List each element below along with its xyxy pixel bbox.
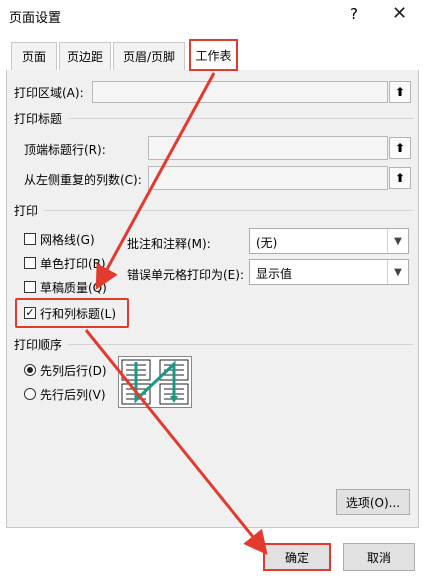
row-col-headings-checkbox[interactable]: ✓	[24, 307, 36, 319]
tab-header-footer[interactable]: 页眉/页脚	[113, 42, 185, 70]
collapse-dialog-icon[interactable]: ⬆	[389, 167, 411, 189]
tab-page[interactable]: 页面	[11, 42, 57, 70]
cell-errors-value: 显示值	[256, 267, 293, 281]
close-icon[interactable]: ✕	[392, 3, 407, 24]
collapse-dialog-icon[interactable]: ⬆	[389, 81, 411, 103]
left-columns-label: 从左侧重复的列数(C):	[24, 173, 142, 187]
draft-quality-label: 草稿质量(Q)	[40, 281, 107, 295]
ok-button[interactable]: 确定	[263, 543, 331, 571]
cell-errors-label: 错误单元格打印为(E):	[127, 268, 244, 282]
collapse-dialog-icon[interactable]: ⬆	[389, 137, 411, 159]
black-white-label: 单色打印(B)	[40, 257, 106, 271]
print-heading: 打印	[14, 204, 39, 218]
top-rows-input[interactable]	[148, 136, 388, 160]
chevron-down-icon[interactable]: ▼	[387, 229, 408, 253]
down-then-over-label: 先列后行(D)	[40, 364, 107, 378]
title-bar: 页面设置 ? ✕	[0, 0, 427, 30]
over-then-down-radio[interactable]	[24, 388, 36, 400]
left-columns-input[interactable]	[148, 166, 388, 190]
over-then-down-label: 先行后列(V)	[40, 388, 106, 402]
comments-select[interactable]: (无) ▼	[249, 228, 409, 254]
section-divider	[68, 344, 413, 345]
gridlines-label: 网格线(G)	[40, 233, 95, 247]
down-then-over-radio[interactable]	[24, 364, 36, 376]
tab-margins[interactable]: 页边距	[59, 42, 111, 70]
print-titles-heading: 打印标题	[14, 112, 63, 126]
page-order-preview	[118, 356, 192, 408]
top-rows-label: 顶端标题行(R):	[24, 143, 106, 157]
print-area-label: 打印区域(A):	[14, 86, 84, 100]
black-white-checkbox[interactable]	[24, 257, 36, 269]
chevron-down-icon[interactable]: ▼	[387, 260, 408, 284]
section-divider	[68, 118, 413, 119]
print-area-input[interactable]	[92, 81, 388, 103]
help-icon[interactable]: ?	[350, 5, 358, 23]
gridlines-checkbox[interactable]	[24, 233, 36, 245]
options-button[interactable]: 选项(O)...	[336, 489, 410, 515]
section-divider	[44, 210, 413, 211]
tab-sheet[interactable]: 工作表	[189, 39, 238, 71]
comments-label: 批注和注释(M):	[127, 237, 211, 251]
page-order-heading: 打印顺序	[14, 338, 63, 352]
cell-errors-select[interactable]: 显示值 ▼	[249, 259, 409, 285]
dialog-title: 页面设置	[9, 11, 62, 26]
comments-value: (无)	[256, 236, 278, 250]
cancel-button[interactable]: 取消	[343, 543, 415, 571]
row-col-headings-label: 行和列标题(L)	[40, 307, 117, 321]
draft-quality-checkbox[interactable]	[24, 281, 36, 293]
